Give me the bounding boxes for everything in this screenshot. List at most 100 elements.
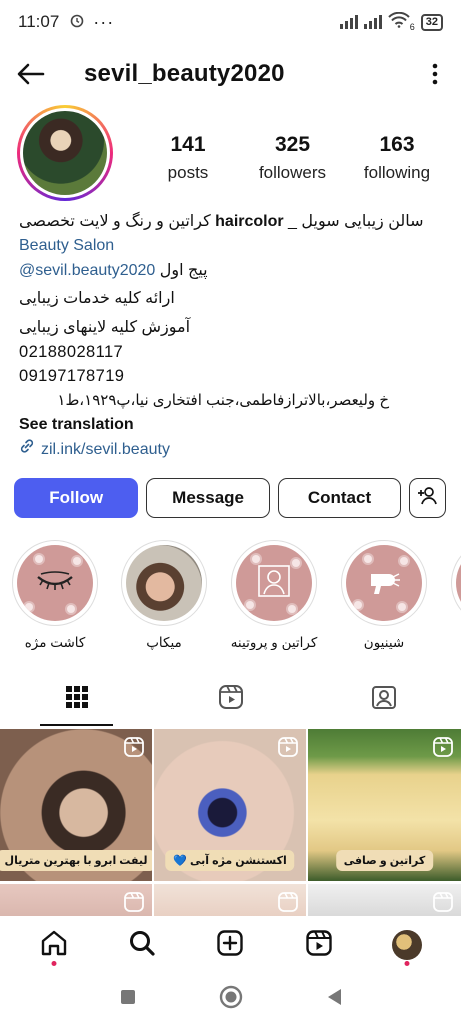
nav-reels[interactable] xyxy=(296,922,342,968)
reels-icon xyxy=(218,684,244,715)
nav-create[interactable] xyxy=(207,922,253,968)
highlight-cover xyxy=(17,545,93,621)
highlight-item[interactable]: کراتین و پروتینه xyxy=(229,540,319,650)
avatar-image xyxy=(23,111,107,195)
nav-profile[interactable] xyxy=(384,922,430,968)
wifi-icon xyxy=(388,11,410,33)
post-thumbnail[interactable] xyxy=(0,884,152,918)
bio-address: خ ولیعصر،بالاترازفاطمی،جنب افتخاری نیا،پ… xyxy=(57,391,389,409)
post-caption-overlay: کراتین و صافی xyxy=(335,850,434,871)
stat-followers-label: followers xyxy=(258,163,327,182)
link-icon xyxy=(19,438,35,462)
status-time: 11:07 xyxy=(18,12,60,31)
highlight-cover xyxy=(346,545,422,621)
more-notifications-icon: ··· xyxy=(93,11,115,32)
profile-avatar[interactable] xyxy=(17,105,113,201)
home-circle-icon[interactable] xyxy=(219,985,243,1014)
highlight-label: کراتین و پروتینه xyxy=(230,635,318,650)
stat-posts-count: 141 xyxy=(170,133,206,156)
bio-line-handle: @sevil.beauty2020 پیج اول xyxy=(19,261,208,279)
post-thumbnail[interactable]: لیفت ابرو با بهترین متریال xyxy=(0,729,152,881)
stat-following[interactable]: 163 following xyxy=(349,133,445,183)
highlight-label: ن xyxy=(449,635,461,650)
post-thumbnail[interactable] xyxy=(308,884,461,918)
bio-phone-2: 09197178719 xyxy=(19,367,125,386)
battery-icon: 32 xyxy=(420,13,443,31)
home-icon xyxy=(40,929,68,962)
create-post-icon xyxy=(216,929,244,962)
profile-avatar-small xyxy=(391,930,422,960)
highlight-cover xyxy=(236,545,312,621)
see-translation-link[interactable]: See translation xyxy=(19,413,439,437)
bio-hashtag-haircolor[interactable]: haircolor xyxy=(215,213,283,230)
woman-portrait-icon xyxy=(256,563,292,604)
bio-external-link[interactable]: zil.ink/sevil.beauty xyxy=(19,438,439,462)
posts-grid: لیفت ابرو با بهترین متریال اکستنشن مژه آ… xyxy=(0,729,461,918)
profile-actions: Follow Message Contact xyxy=(14,478,446,518)
highlight-item[interactable]: میکاپ xyxy=(119,540,209,650)
tagged-user-icon xyxy=(371,684,397,715)
post-caption-overlay: اکستنشن مژه آبی 💙 xyxy=(165,850,295,871)
reel-indicator-icon xyxy=(278,737,298,762)
follow-button[interactable]: Follow xyxy=(14,478,139,518)
profile-bio: سالن زیبایی سویل _ haircolor کراتین و رن… xyxy=(19,210,439,462)
reel-indicator-icon xyxy=(433,892,453,917)
highlight-label: شینیون xyxy=(363,635,405,650)
profile-tabs xyxy=(0,672,461,726)
reel-indicator-icon xyxy=(278,892,298,917)
stat-following-count: 163 xyxy=(379,133,415,156)
reel-indicator-icon xyxy=(124,892,144,917)
tab-posts-grid[interactable] xyxy=(0,672,154,726)
back-triangle-icon[interactable] xyxy=(325,987,343,1012)
reels-icon xyxy=(305,929,333,962)
status-bar: 11:07 ··· 6 32 xyxy=(0,0,461,44)
stat-posts[interactable]: 141 posts xyxy=(140,133,236,183)
notification-dot xyxy=(404,961,410,966)
bio-line-services: ارائه کلیه خدمات زیبایی xyxy=(19,290,175,308)
system-navigation-bar xyxy=(0,974,461,1024)
tab-tagged[interactable] xyxy=(307,672,461,726)
bio-line-1: سالن زیبایی سویل _ haircolor کراتین و رن… xyxy=(19,213,424,230)
bio-line-training: آموزش کلیه لاینهای زیبایی xyxy=(19,318,191,336)
back-arrow-icon[interactable] xyxy=(16,59,46,89)
alarm-icon xyxy=(69,12,85,33)
stat-followers-count: 325 xyxy=(274,133,311,156)
message-button[interactable]: Message xyxy=(146,478,270,518)
profile-header: sevil_beauty2020 xyxy=(0,52,461,96)
bio-mention-link[interactable]: @sevil.beauty2020 xyxy=(19,262,155,279)
post-thumbnail[interactable]: اکستنشن مژه آبی 💙 xyxy=(154,729,306,881)
stat-followers[interactable]: 325 followers xyxy=(245,133,341,183)
post-caption-overlay: لیفت ابرو با بهترین متریال xyxy=(0,850,152,871)
post-thumbnail[interactable] xyxy=(154,884,306,918)
highlight-label: میکاپ xyxy=(146,635,182,650)
grid-icon xyxy=(65,685,89,714)
search-icon xyxy=(128,929,156,962)
reel-indicator-icon xyxy=(433,737,453,762)
highlight-cover xyxy=(126,545,202,621)
more-options-icon[interactable] xyxy=(425,59,445,89)
highlight-cover xyxy=(456,545,461,621)
recents-square-icon[interactable] xyxy=(119,988,137,1011)
notification-dot xyxy=(51,961,57,966)
hair-dryer-icon xyxy=(367,566,401,601)
nav-search[interactable] xyxy=(119,922,165,968)
add-person-icon xyxy=(417,486,439,511)
bottom-navigation xyxy=(0,916,461,974)
nav-home[interactable] xyxy=(31,922,77,968)
highlight-item[interactable]: کاشت مژه xyxy=(10,540,100,650)
tab-reels[interactable] xyxy=(154,672,308,726)
eyelash-icon xyxy=(35,570,75,596)
stat-following-label: following xyxy=(363,163,431,182)
highlight-item[interactable]: ن xyxy=(449,540,461,650)
suggested-accounts-button[interactable] xyxy=(409,478,446,518)
bio-link-text: zil.ink/sevil.beauty xyxy=(41,440,170,458)
stat-posts-label: posts xyxy=(167,163,209,182)
contact-button[interactable]: Contact xyxy=(277,478,402,518)
network-type: 6 xyxy=(409,22,415,32)
highlight-item[interactable]: شینیون xyxy=(339,540,429,650)
bio-phone-1: 02188028117 xyxy=(19,343,124,362)
reel-indicator-icon xyxy=(124,737,144,762)
signal-icon xyxy=(339,15,358,29)
profile-username: sevil_beauty2020 xyxy=(84,60,285,87)
post-thumbnail[interactable]: کراتین و صافی xyxy=(308,729,461,881)
